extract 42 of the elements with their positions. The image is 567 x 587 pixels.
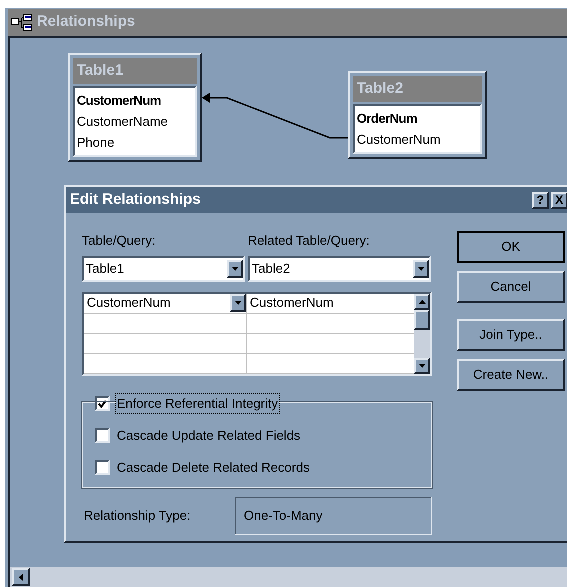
table-cell[interactable]: CustomerNum: [247, 294, 414, 312]
field-name[interactable]: CustomerNum: [77, 90, 193, 111]
checkbox[interactable]: [95, 460, 110, 475]
window-title: Relationships: [37, 12, 136, 32]
scroll-left-button[interactable]: [12, 568, 30, 586]
down-arrow-icon: [418, 364, 426, 368]
left-arrow-icon: [19, 574, 23, 580]
field-label: Related Table/Query:: [248, 232, 370, 250]
dialog-title: Edit Relationships: [70, 190, 202, 210]
field-name[interactable]: Phone: [77, 132, 193, 153]
up-arrow-icon: [418, 300, 426, 304]
dialog-button[interactable]: Create New..: [457, 359, 565, 391]
relationship-type-value: One-To-Many: [235, 496, 432, 534]
dropdown-button[interactable]: [413, 260, 429, 278]
table-cell[interactable]: CustomerNum: [84, 294, 247, 312]
checkmark-icon: [98, 400, 107, 408]
field-name[interactable]: CustomerName: [77, 111, 193, 132]
table-dropdown[interactable]: Table1: [82, 256, 245, 282]
dialog-button[interactable]: OK: [457, 231, 565, 263]
checkbox[interactable]: [95, 428, 110, 443]
vertical-scrollbar[interactable]: [414, 294, 430, 374]
field-name[interactable]: CustomerNum: [357, 129, 478, 150]
related-table-dropdown[interactable]: Table2: [248, 256, 431, 282]
caret-icon: [418, 266, 424, 270]
help-button[interactable]: ?: [532, 192, 549, 208]
relationships-icon: [11, 14, 33, 32]
scroll-thumb[interactable]: [414, 310, 430, 330]
dropdown-button[interactable]: [227, 260, 243, 278]
dialog-button[interactable]: Join Type..: [457, 319, 565, 351]
close-button[interactable]: X: [551, 192, 567, 208]
caret-icon: [232, 266, 238, 270]
table-title: Table2: [353, 76, 482, 102]
relationship-type-label: Relationship Type:: [83, 506, 192, 525]
caret-icon: [234, 301, 242, 305]
checkbox[interactable]: [95, 396, 110, 411]
table-window[interactable]: Table2 OrderNum CustomerNum: [348, 71, 487, 159]
dialog-button[interactable]: Cancel: [457, 271, 565, 303]
table-title: Table1: [73, 58, 197, 84]
dropdown-button[interactable]: [230, 294, 246, 312]
field-label: Table/Query:: [82, 232, 157, 250]
field-name[interactable]: OrderNum: [357, 108, 478, 129]
table-window[interactable]: Table1 CustomerNum CustomerName Phone: [68, 53, 202, 162]
